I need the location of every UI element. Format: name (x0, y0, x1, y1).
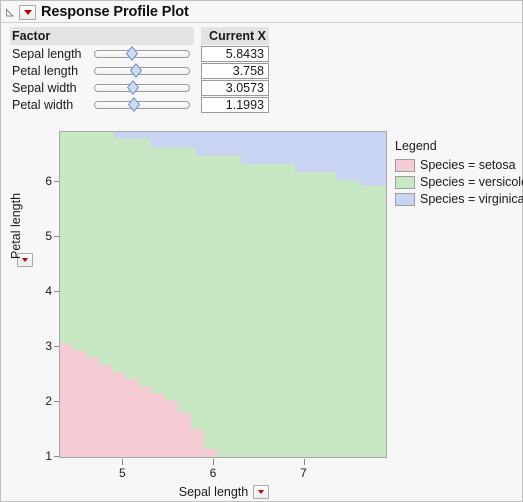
slider-cell-petal-width (94, 96, 194, 113)
y-axis-tick-label: 2 (45, 393, 52, 408)
factor-table-header: Factor Current X (10, 27, 270, 45)
factor-label-sepal-length: Sepal length (12, 46, 82, 61)
x-axis-tick-label: 6 (209, 466, 217, 480)
response-profile-plot-window: Response Profile Plot Factor Current X S… (0, 0, 523, 502)
factor-table: Factor Current X Sepal length 5.8433 Pet… (10, 27, 270, 113)
y-axis-tick (54, 290, 59, 292)
slider-cell-sepal-width (94, 79, 194, 96)
profile-contour-plot[interactable] (59, 131, 387, 458)
y-axis-tick-label: 3 (45, 338, 52, 353)
y-axis-tick (54, 180, 59, 182)
x-axis-menu-icon[interactable] (253, 485, 270, 499)
x-axis-tick (303, 459, 305, 465)
contour-regions (60, 132, 386, 457)
legend-swatch (395, 158, 415, 172)
factor-label-petal-width: Petal width (12, 97, 74, 112)
column-header-factor: Factor (10, 27, 94, 45)
slider-track (94, 50, 190, 58)
x-axis: 5 6 7 (59, 459, 389, 480)
legend-item-versicolor[interactable]: Species = versicolor (395, 174, 523, 190)
legend-label: Species = setosa (420, 158, 516, 172)
titlebar-divider (1, 22, 522, 23)
current-x-sepal-length[interactable]: 5.8433 (201, 45, 269, 62)
table-row: Sepal length 5.8433 (10, 45, 270, 62)
table-row: Petal length 3.758 (10, 62, 270, 79)
slider-cell-petal-length (94, 62, 194, 79)
y-axis-tick-label: 4 (45, 283, 52, 298)
x-axis-tick-label: 7 (300, 466, 307, 480)
legend-item-setosa[interactable]: Species = setosa (395, 157, 520, 173)
slider-sepal-width[interactable] (94, 80, 190, 95)
slider-thumb[interactable] (128, 97, 141, 112)
x-axis-tick-label: 5 (119, 466, 126, 480)
y-axis-title: Petal length (9, 192, 23, 259)
slider-cell-sepal-length (94, 45, 194, 62)
current-x-petal-width[interactable]: 1.1993 (201, 96, 269, 113)
x-axis-title: Sepal length (178, 485, 249, 499)
factor-label-petal-length: Petal length (12, 63, 79, 78)
table-row: Petal width 1.1993 (10, 96, 270, 113)
x-axis-title-row: Sepal length (59, 485, 389, 499)
legend-label: Species = versicolor (420, 175, 523, 189)
slider-petal-length[interactable] (94, 63, 190, 78)
y-axis-tick (54, 235, 59, 237)
slider-track (94, 84, 190, 92)
y-axis-tick-label: 6 (45, 173, 52, 188)
y-axis-tick-label: 5 (45, 228, 52, 243)
table-row: Sepal width 3.0573 (10, 79, 270, 96)
x-axis-tick (122, 459, 124, 465)
legend-item-virginica[interactable]: Species = virginica (395, 191, 523, 207)
current-x-petal-length[interactable]: 3.758 (201, 62, 269, 79)
legend: Legend Species = setosa Species = versic… (395, 139, 523, 208)
column-header-current-x: Current X (201, 27, 269, 45)
x-axis-tick (212, 459, 214, 465)
page-title: Response Profile Plot (41, 4, 189, 20)
slider-thumb[interactable] (127, 80, 140, 95)
legend-title: Legend (395, 139, 437, 153)
slider-petal-width[interactable] (94, 97, 190, 112)
column-header-slider (94, 27, 194, 45)
factor-label-sepal-width: Sepal width (12, 80, 77, 95)
legend-swatch (395, 192, 415, 206)
slider-track (94, 101, 190, 109)
disclosure-triangle-icon[interactable] (4, 6, 17, 19)
slider-thumb[interactable] (126, 46, 139, 61)
red-triangle-menu-icon[interactable] (19, 4, 36, 20)
slider-thumb[interactable] (130, 63, 143, 78)
y-axis-tick (54, 400, 59, 402)
slider-sepal-length[interactable] (94, 46, 190, 61)
legend-label: Species = virginica (420, 192, 523, 206)
y-axis-tick (54, 345, 59, 347)
y-axis-tick-label: 1 (45, 449, 52, 463)
legend-swatch (395, 175, 415, 189)
current-x-sepal-width[interactable]: 3.0573 (201, 79, 269, 96)
y-axis: 1 2 3 4 5 6 (1, 131, 59, 463)
window-titlebar: Response Profile Plot (1, 1, 522, 23)
y-axis-tick (54, 456, 59, 457)
